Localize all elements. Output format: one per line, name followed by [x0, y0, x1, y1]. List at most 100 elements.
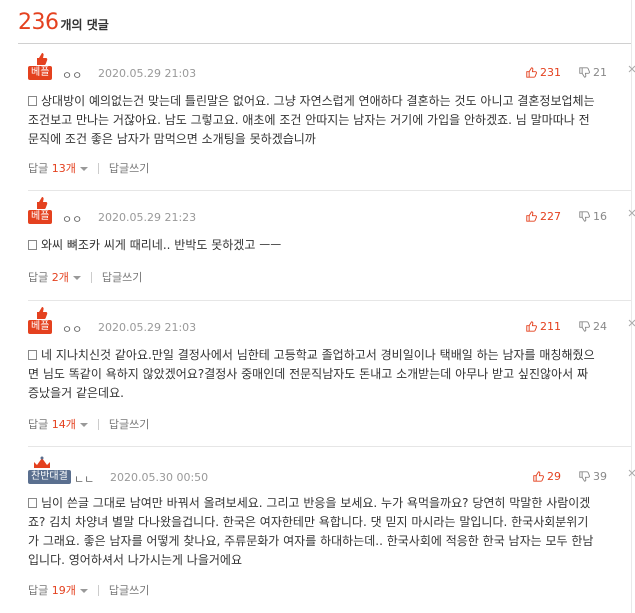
dislike-count: 16: [593, 210, 607, 223]
comment-author[interactable]: ㅇㅇ: [62, 321, 82, 337]
comment-actions: 답글 14개 답글쓰기: [28, 416, 149, 432]
thumbs-up-icon: [526, 321, 537, 332]
doc-icon: [28, 498, 37, 508]
divider: [97, 584, 99, 596]
comment-meta: 베플 ㅇㅇ 2020.05.29 21:03 211 24: [28, 306, 635, 340]
best-badge-label: 베플: [28, 66, 53, 80]
reply-label: 답글: [28, 584, 49, 597]
best-badge-label: 베플: [28, 320, 53, 334]
thumbs-up-icon: [533, 471, 544, 482]
dislike-button[interactable]: 24: [579, 320, 607, 333]
comment-item: 찬반대결 ㄴㄴ 2020.05.30 00:50 29 39 님이 쓴글 그대로…: [18, 456, 635, 611]
crown-icon: [34, 456, 50, 468]
comment-author[interactable]: ㅇㅇ: [62, 67, 82, 83]
like-count: 227: [540, 210, 561, 223]
comment-count-label: 개의 댓글: [60, 18, 109, 32]
thumbs-down-icon: [579, 321, 590, 332]
reply-label: 답글: [28, 418, 49, 431]
comment-author[interactable]: ㄴㄴ: [74, 471, 94, 487]
divider: [90, 271, 92, 283]
like-button[interactable]: 231: [526, 66, 561, 79]
like-count: 29: [547, 470, 561, 483]
thumbs-up-icon: [37, 53, 48, 65]
comment-time: 2020.05.30 00:50: [110, 471, 209, 484]
more-icon[interactable]: [627, 318, 635, 328]
reply-count: 13개: [51, 162, 76, 175]
dislike-button[interactable]: 39: [579, 470, 607, 483]
like-button[interactable]: 29: [533, 470, 561, 483]
like-button[interactable]: 227: [526, 210, 561, 223]
best-badge: 베플: [28, 196, 56, 230]
comment-text: 와씨 뼈조카 씨게 때리네.. 반박도 못하겠고 ㅡㅡ: [41, 238, 282, 252]
doc-icon: [28, 350, 37, 360]
doc-icon: [28, 96, 37, 106]
comment-item: 베플 ㅇㅇ 2020.05.29 21:03 211 24 네 지나치신것 같아…: [18, 306, 635, 447]
doc-icon: [28, 240, 37, 250]
reply-toggle[interactable]: 답글 13개: [28, 160, 88, 176]
dislike-button[interactable]: 21: [579, 66, 607, 79]
reply-count: 19개: [51, 584, 76, 597]
header-divider: [18, 43, 631, 44]
thumbs-down-icon: [579, 67, 590, 78]
comment-item: 베플 ㅇㅇ 2020.05.29 21:03 231 21 상대방이 예의없는건…: [18, 52, 635, 192]
best-badge: 베플: [28, 52, 56, 86]
comments-header: 236 개의 댓글: [18, 10, 109, 40]
dislike-count: 24: [593, 320, 607, 333]
comment-divider: [28, 300, 631, 301]
reply-count: 14개: [51, 418, 76, 431]
more-icon[interactable]: [627, 208, 635, 218]
comment-meta: 베플 ㅇㅇ 2020.05.29 21:23 227 16: [28, 196, 635, 230]
best-badge-label: 베플: [28, 210, 53, 224]
divider: [97, 418, 99, 430]
divider: [97, 162, 99, 174]
like-count: 231: [540, 66, 561, 79]
debate-badge-label: 찬반대결: [28, 470, 71, 484]
comment-count: 236: [18, 10, 59, 35]
reply-toggle[interactable]: 답글 14개: [28, 416, 88, 432]
reply-toggle[interactable]: 답글 19개: [28, 582, 88, 598]
thumbs-up-icon: [526, 67, 537, 78]
comment-text: 네 지나치신것 같아요.만일 결정사에서 님한테 고등학교 졸업하고서 경비일이…: [28, 348, 595, 400]
like-count: 211: [540, 320, 561, 333]
chevron-down-icon: [79, 589, 88, 593]
reply-label: 답글: [28, 162, 49, 175]
comment-body: 상대방이 예의없는건 맞는데 틀린말은 없어요. 그냥 자연스럽게 연애하다 결…: [28, 92, 598, 149]
dislike-count: 39: [593, 470, 607, 483]
chevron-down-icon: [79, 167, 88, 171]
comment-time: 2020.05.29 21:03: [98, 321, 197, 334]
comment-time: 2020.05.29 21:23: [98, 211, 197, 224]
comment-meta: 찬반대결 ㄴㄴ 2020.05.30 00:50 29 39: [28, 456, 635, 490]
write-reply-button[interactable]: 답글쓰기: [109, 416, 149, 432]
comment-text: 님이 쓴글 그대로 남여만 바꿔서 올려보세요. 그리고 반응을 보세요. 누가…: [28, 496, 594, 567]
more-icon[interactable]: [627, 64, 635, 74]
comment-author[interactable]: ㅇㅇ: [62, 211, 82, 227]
debate-badge: 찬반대결: [28, 456, 71, 490]
more-icon[interactable]: [627, 468, 635, 478]
thumbs-up-icon: [526, 211, 537, 222]
best-badge: 베플: [28, 306, 56, 340]
chevron-down-icon: [72, 276, 81, 280]
thumbs-down-icon: [579, 471, 590, 482]
dislike-button[interactable]: 16: [579, 210, 607, 223]
comment-body: 와씨 뼈조카 씨게 때리네.. 반박도 못하겠고 ㅡㅡ: [28, 236, 598, 255]
comment-divider: [28, 190, 631, 191]
comment-meta: 베플 ㅇㅇ 2020.05.29 21:03 231 21: [28, 52, 635, 86]
comment-item: 베플 ㅇㅇ 2020.05.29 21:23 227 16 와씨 뼈조카 씨게 …: [18, 196, 635, 304]
dislike-count: 21: [593, 66, 607, 79]
like-button[interactable]: 211: [526, 320, 561, 333]
comment-body: 네 지나치신것 같아요.만일 결정사에서 님한테 고등학교 졸업하고서 경비일이…: [28, 346, 598, 403]
write-reply-button[interactable]: 답글쓰기: [102, 269, 142, 285]
write-reply-button[interactable]: 답글쓰기: [109, 160, 149, 176]
thumbs-up-icon: [37, 307, 48, 319]
reply-toggle[interactable]: 답글 2개: [28, 269, 81, 285]
comment-actions: 답글 2개 답글쓰기: [28, 269, 142, 285]
reply-label: 답글: [28, 271, 49, 284]
comment-body: 님이 쓴글 그대로 남여만 바꿔서 올려보세요. 그리고 반응을 보세요. 누가…: [28, 494, 598, 570]
comment-actions: 답글 19개 답글쓰기: [28, 582, 149, 598]
reply-count: 2개: [51, 271, 69, 284]
comment-actions: 답글 13개 답글쓰기: [28, 160, 149, 176]
comment-time: 2020.05.29 21:03: [98, 67, 197, 80]
thumbs-up-icon: [37, 197, 48, 209]
comment-divider: [28, 446, 631, 447]
write-reply-button[interactable]: 답글쓰기: [109, 582, 149, 598]
